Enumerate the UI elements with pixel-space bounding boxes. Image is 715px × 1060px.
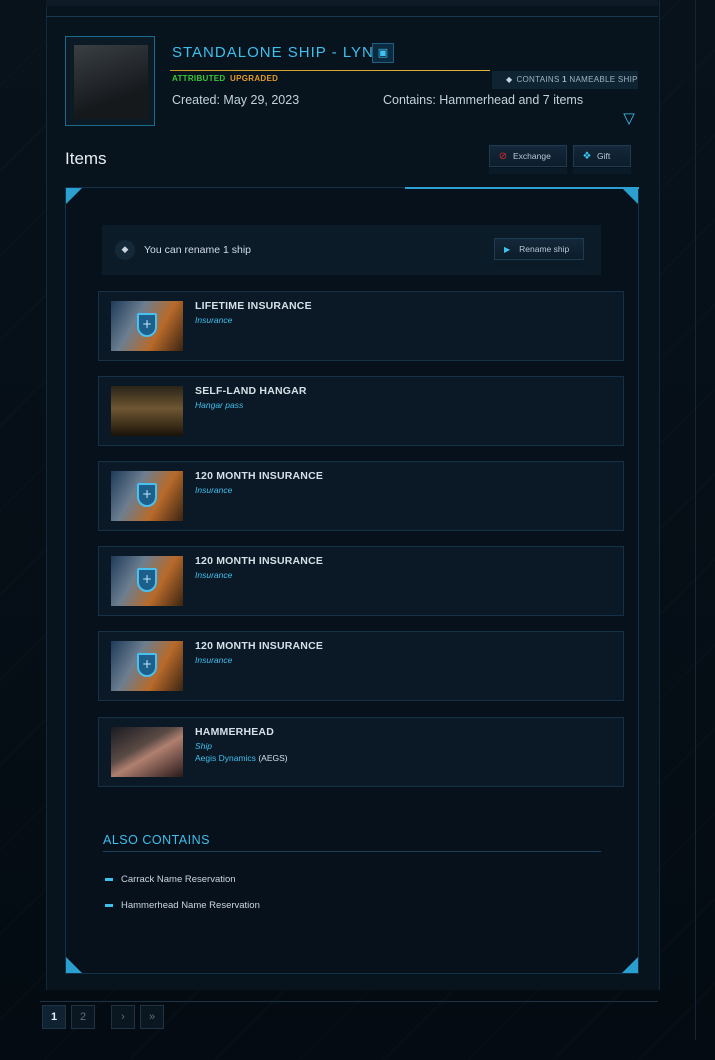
item-card[interactable]: + LIFETIME INSURANCE Insurance	[98, 291, 624, 361]
manufacturer-code: (AEGS)	[258, 753, 288, 763]
divider	[103, 851, 601, 852]
item-card[interactable]: + 120 MONTH INSURANCE Insurance	[98, 546, 624, 616]
gift-button[interactable]: ❖ Gift	[573, 145, 631, 167]
list-item: Carrack Name Reservation	[105, 874, 236, 885]
upgraded-tag: UPGRADED	[230, 74, 279, 83]
last-page-icon[interactable]: »	[140, 1005, 164, 1029]
shield-icon: +	[137, 653, 157, 677]
item-card[interactable]: + 120 MONTH INSURANCE Insurance	[98, 631, 624, 701]
tag-icon: ◆	[115, 240, 135, 260]
item-name: 120 MONTH INSURANCE	[195, 640, 324, 652]
item-name: HAMMERHEAD	[195, 726, 274, 738]
also-contains-heading: ALSO CONTAINS	[103, 833, 210, 847]
item-type: Insurance	[195, 485, 233, 495]
contains-summary: Contains: Hammerhead and 7 items	[383, 93, 584, 107]
insurance-thumbnail: +	[111, 301, 183, 351]
corner-accent	[622, 957, 638, 973]
item-type: Insurance	[195, 570, 233, 580]
next-page-icon[interactable]: ›	[111, 1005, 135, 1029]
corner-accent	[66, 188, 82, 204]
tag-icon: ◆	[506, 75, 513, 84]
bullet-icon	[105, 903, 113, 907]
item-manufacturer: Aegis Dynamics (AEGS)	[195, 753, 288, 763]
pagination-rule	[40, 1001, 658, 1002]
item-name: 120 MONTH INSURANCE	[195, 470, 324, 482]
frame-divider	[695, 0, 696, 1040]
list-item: Hammerhead Name Reservation	[105, 900, 260, 911]
shield-icon: +	[137, 568, 157, 592]
item-card[interactable]: HAMMERHEAD Ship Aegis Dynamics (AEGS)	[98, 717, 624, 787]
ship-thumbnail	[111, 727, 183, 777]
nameable-badge: ◆ CONTAINS 1 NAMEABLE SHIP	[492, 71, 638, 89]
attribute-tags: ATTRIBUTED UPGRADED	[172, 74, 278, 83]
nameable-count: 1	[562, 75, 567, 84]
play-icon: ▶	[504, 245, 511, 254]
header-rule	[46, 16, 658, 17]
item-card[interactable]: + 120 MONTH INSURANCE Insurance	[98, 461, 624, 531]
top-strip	[46, 0, 658, 6]
exchange-icon: ⊘	[498, 151, 508, 162]
collapse-icon[interactable]: ▽	[620, 110, 638, 126]
title-underline	[170, 70, 490, 71]
rename-text: You can rename 1 ship	[144, 244, 252, 256]
item-name: LIFETIME INSURANCE	[195, 300, 312, 312]
bullet-icon	[105, 877, 113, 881]
created-date: Created: May 29, 2023	[172, 93, 300, 107]
exchange-button[interactable]: ⊘ Exchange	[489, 145, 567, 167]
panel-glow	[405, 187, 639, 189]
corner-accent	[66, 957, 82, 973]
item-type: Insurance	[195, 655, 233, 665]
gift-icon: ❖	[582, 151, 592, 162]
items-heading: Items	[65, 149, 107, 168]
package-title[interactable]: STANDALONE SHIP - LYNX	[172, 44, 385, 61]
page-2-button[interactable]: 2	[71, 1005, 95, 1029]
attributed-tag: ATTRIBUTED	[172, 74, 226, 83]
hangar-thumbnail	[111, 386, 183, 436]
shield-icon: +	[137, 313, 157, 337]
item-type: Insurance	[195, 315, 233, 325]
corner-accent	[622, 188, 638, 204]
shield-icon: +	[137, 483, 157, 507]
insurance-thumbnail: +	[111, 556, 183, 606]
item-card[interactable]: SELF-LAND HANGAR Hangar pass	[98, 376, 624, 446]
insurance-thumbnail: +	[111, 471, 183, 521]
page-1-button[interactable]: 1	[42, 1005, 66, 1029]
package-thumbnail	[65, 36, 155, 126]
insurance-thumbnail: +	[111, 641, 183, 691]
item-name: SELF-LAND HANGAR	[195, 385, 307, 397]
chip-icon[interactable]: ▣	[372, 43, 394, 63]
item-type: Hangar pass	[195, 400, 244, 410]
item-name: 120 MONTH INSURANCE	[195, 555, 324, 567]
rename-ship-button[interactable]: ▶ Rename ship	[494, 238, 584, 260]
item-type: Ship	[195, 741, 213, 751]
ship-image	[74, 45, 148, 119]
